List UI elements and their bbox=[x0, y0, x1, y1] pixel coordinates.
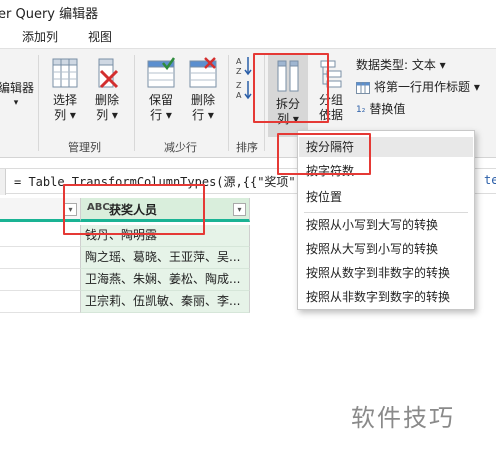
table-cell[interactable]: 卫宗莉、伍凯敏、秦丽、李... bbox=[80, 291, 250, 313]
remove-rows-button[interactable]: 删除 行 ▾ bbox=[184, 57, 222, 123]
select-columns-icon bbox=[52, 58, 78, 88]
remove-columns-icon bbox=[98, 58, 119, 89]
advanced-editor-label: 编辑器 bbox=[0, 81, 35, 95]
table-row: 陶之瑶、葛晓、王亚萍、吴... bbox=[0, 247, 250, 269]
menu-item-upper-to-lower[interactable]: 按照从大写到小写的转换 bbox=[306, 239, 438, 259]
first-row-header-label: 将第一行用作标题 bbox=[374, 80, 471, 94]
filter-dropdown-icon[interactable]: ▾ bbox=[233, 203, 246, 216]
ribbon-separator bbox=[38, 55, 39, 151]
remove-rows-label: 删除 bbox=[190, 93, 215, 107]
table-cell[interactable]: 卫海燕、朱娴、姜松、陶成... bbox=[80, 269, 250, 291]
keep-rows-label: 保留 bbox=[148, 93, 173, 107]
select-columns-button[interactable]: 选择 列 ▾ bbox=[46, 57, 84, 123]
menu-item-by-positions[interactable]: 按位置 bbox=[306, 187, 342, 207]
keep-rows-label-2: 行 ▾ bbox=[150, 108, 172, 122]
sort-ascending-icon: A Z bbox=[236, 57, 252, 76]
svg-text:Z: Z bbox=[236, 67, 242, 76]
svg-text:A: A bbox=[236, 57, 242, 66]
keep-rows-button[interactable]: 保留 行 ▾ bbox=[142, 57, 180, 123]
table-cell[interactable]: 陶之瑶、葛晓、王亚萍、吴... bbox=[80, 247, 250, 269]
formula-overflow-text: te bbox=[484, 173, 496, 187]
replace-values-icon: 1₂ bbox=[356, 104, 366, 115]
ribbon-separator bbox=[134, 55, 135, 151]
group-label-sort: 排序 bbox=[236, 141, 258, 154]
svg-text:A: A bbox=[236, 91, 242, 100]
menu-item-nondigit-to-digit[interactable]: 按照从非数字到数字的转换 bbox=[306, 287, 450, 307]
remove-rows-label-2: 行 ▾ bbox=[192, 108, 214, 122]
menu-separator bbox=[304, 212, 468, 213]
sort-descending-button[interactable]: Z A bbox=[236, 79, 252, 105]
data-type-dropdown[interactable]: 数据类型: 文本 ▾ bbox=[356, 56, 446, 74]
table-cell[interactable] bbox=[0, 269, 80, 291]
window-title: er Query 编辑器 bbox=[0, 7, 99, 22]
svg-text:Z: Z bbox=[236, 81, 242, 90]
sort-descending-icon: Z A bbox=[236, 81, 252, 100]
group-label-reduce-rows: 减少行 bbox=[164, 141, 197, 154]
advanced-editor-button[interactable]: 编辑器 ▾ bbox=[0, 81, 34, 111]
watermark: 软件技巧 bbox=[347, 380, 496, 456]
replace-values-label: 替换值 bbox=[369, 102, 406, 116]
table-cell[interactable] bbox=[0, 291, 80, 313]
tab-view[interactable]: 视图 bbox=[88, 28, 112, 45]
chevron-down-icon: ▾ bbox=[13, 98, 19, 108]
select-columns-label-2: 列 ▾ bbox=[54, 108, 76, 122]
menu-item-lower-to-upper[interactable]: 按照从小写到大写的转换 bbox=[306, 215, 438, 235]
title-bar: er Query 编辑器 bbox=[0, 0, 496, 22]
sort-ascending-button[interactable]: A Z bbox=[236, 55, 252, 81]
select-columns-label: 选择 bbox=[52, 93, 77, 107]
highlight-box-column-header bbox=[63, 184, 205, 235]
remove-rows-icon bbox=[189, 57, 217, 88]
table-row: 卫海燕、朱娴、姜松、陶成... bbox=[0, 269, 250, 291]
table-cell[interactable] bbox=[0, 247, 80, 269]
remove-columns-label-2: 列 ▾ bbox=[96, 108, 118, 122]
table-row: 卫宗莉、伍凯敏、秦丽、李... bbox=[0, 291, 250, 313]
ribbon-separator bbox=[228, 55, 229, 151]
data-type-label: 数据类型: 文本 bbox=[356, 58, 436, 72]
formula-bar-handle bbox=[0, 169, 6, 195]
tab-add-column[interactable]: 添加列 bbox=[22, 28, 58, 45]
group-label-manage-columns: 管理列 bbox=[68, 141, 101, 154]
menu-bar: 添加列 视图 bbox=[0, 22, 496, 48]
highlight-box-split-column bbox=[253, 53, 329, 123]
watermark-text: 软件技巧 bbox=[351, 404, 455, 432]
keep-rows-icon bbox=[147, 57, 176, 88]
table-header-icon bbox=[356, 81, 370, 94]
remove-columns-button[interactable]: 删除 列 ▾ bbox=[88, 57, 126, 123]
replace-values-button[interactable]: 1₂ 替换值 bbox=[356, 100, 405, 118]
use-first-row-as-headers[interactable]: 将第一行用作标题 ▾ bbox=[356, 78, 480, 96]
highlight-box-by-delimiter bbox=[277, 133, 371, 175]
menu-item-digit-to-nondigit[interactable]: 按照从数字到非数字的转换 bbox=[306, 263, 450, 283]
remove-columns-label: 删除 bbox=[94, 93, 119, 107]
